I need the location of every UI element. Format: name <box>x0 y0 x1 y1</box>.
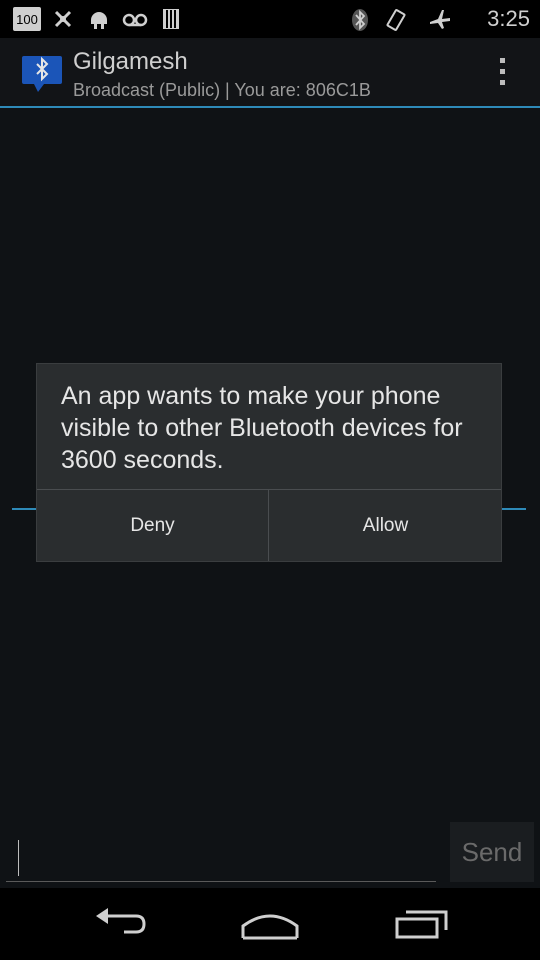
back-icon[interactable] <box>92 902 148 946</box>
send-button[interactable]: Send <box>450 822 534 882</box>
deny-button[interactable]: Deny <box>37 490 268 561</box>
app-subtitle: Broadcast (Public) | You are: 806C1B <box>73 80 371 100</box>
svg-text:100: 100 <box>16 12 38 27</box>
button-separator <box>268 490 269 561</box>
recents-icon[interactable] <box>394 902 450 946</box>
android-icon <box>88 8 110 30</box>
app-title: Gilgamesh <box>73 48 188 75</box>
bluetooth-discoverable-dialog: An app wants to make your phone visible … <box>37 364 501 561</box>
divider <box>12 508 38 510</box>
allow-button[interactable]: Allow <box>270 490 501 561</box>
status-bar: 100 3:25 <box>0 0 540 38</box>
app-bluetooth-icon[interactable] <box>22 54 64 101</box>
text-caret <box>18 840 19 876</box>
voicemail-icon <box>122 8 148 30</box>
dialog-message: An app wants to make your phone visible … <box>61 382 463 474</box>
status-time: 3:25 <box>487 6 530 31</box>
usb-debug-icon <box>52 8 74 30</box>
bluetooth-icon <box>350 8 370 31</box>
overflow-menu-icon[interactable] <box>500 58 506 88</box>
home-icon[interactable] <box>240 902 300 946</box>
sd-card-icon <box>162 8 180 30</box>
message-input[interactable] <box>6 827 436 882</box>
divider <box>500 508 526 510</box>
vibrate-icon <box>384 8 408 31</box>
action-bar: Gilgamesh Broadcast (Public) | You are: … <box>0 38 540 108</box>
navigation-bar <box>0 888 540 960</box>
battery-100-icon: 100 <box>12 6 42 31</box>
airplane-icon <box>428 8 452 30</box>
